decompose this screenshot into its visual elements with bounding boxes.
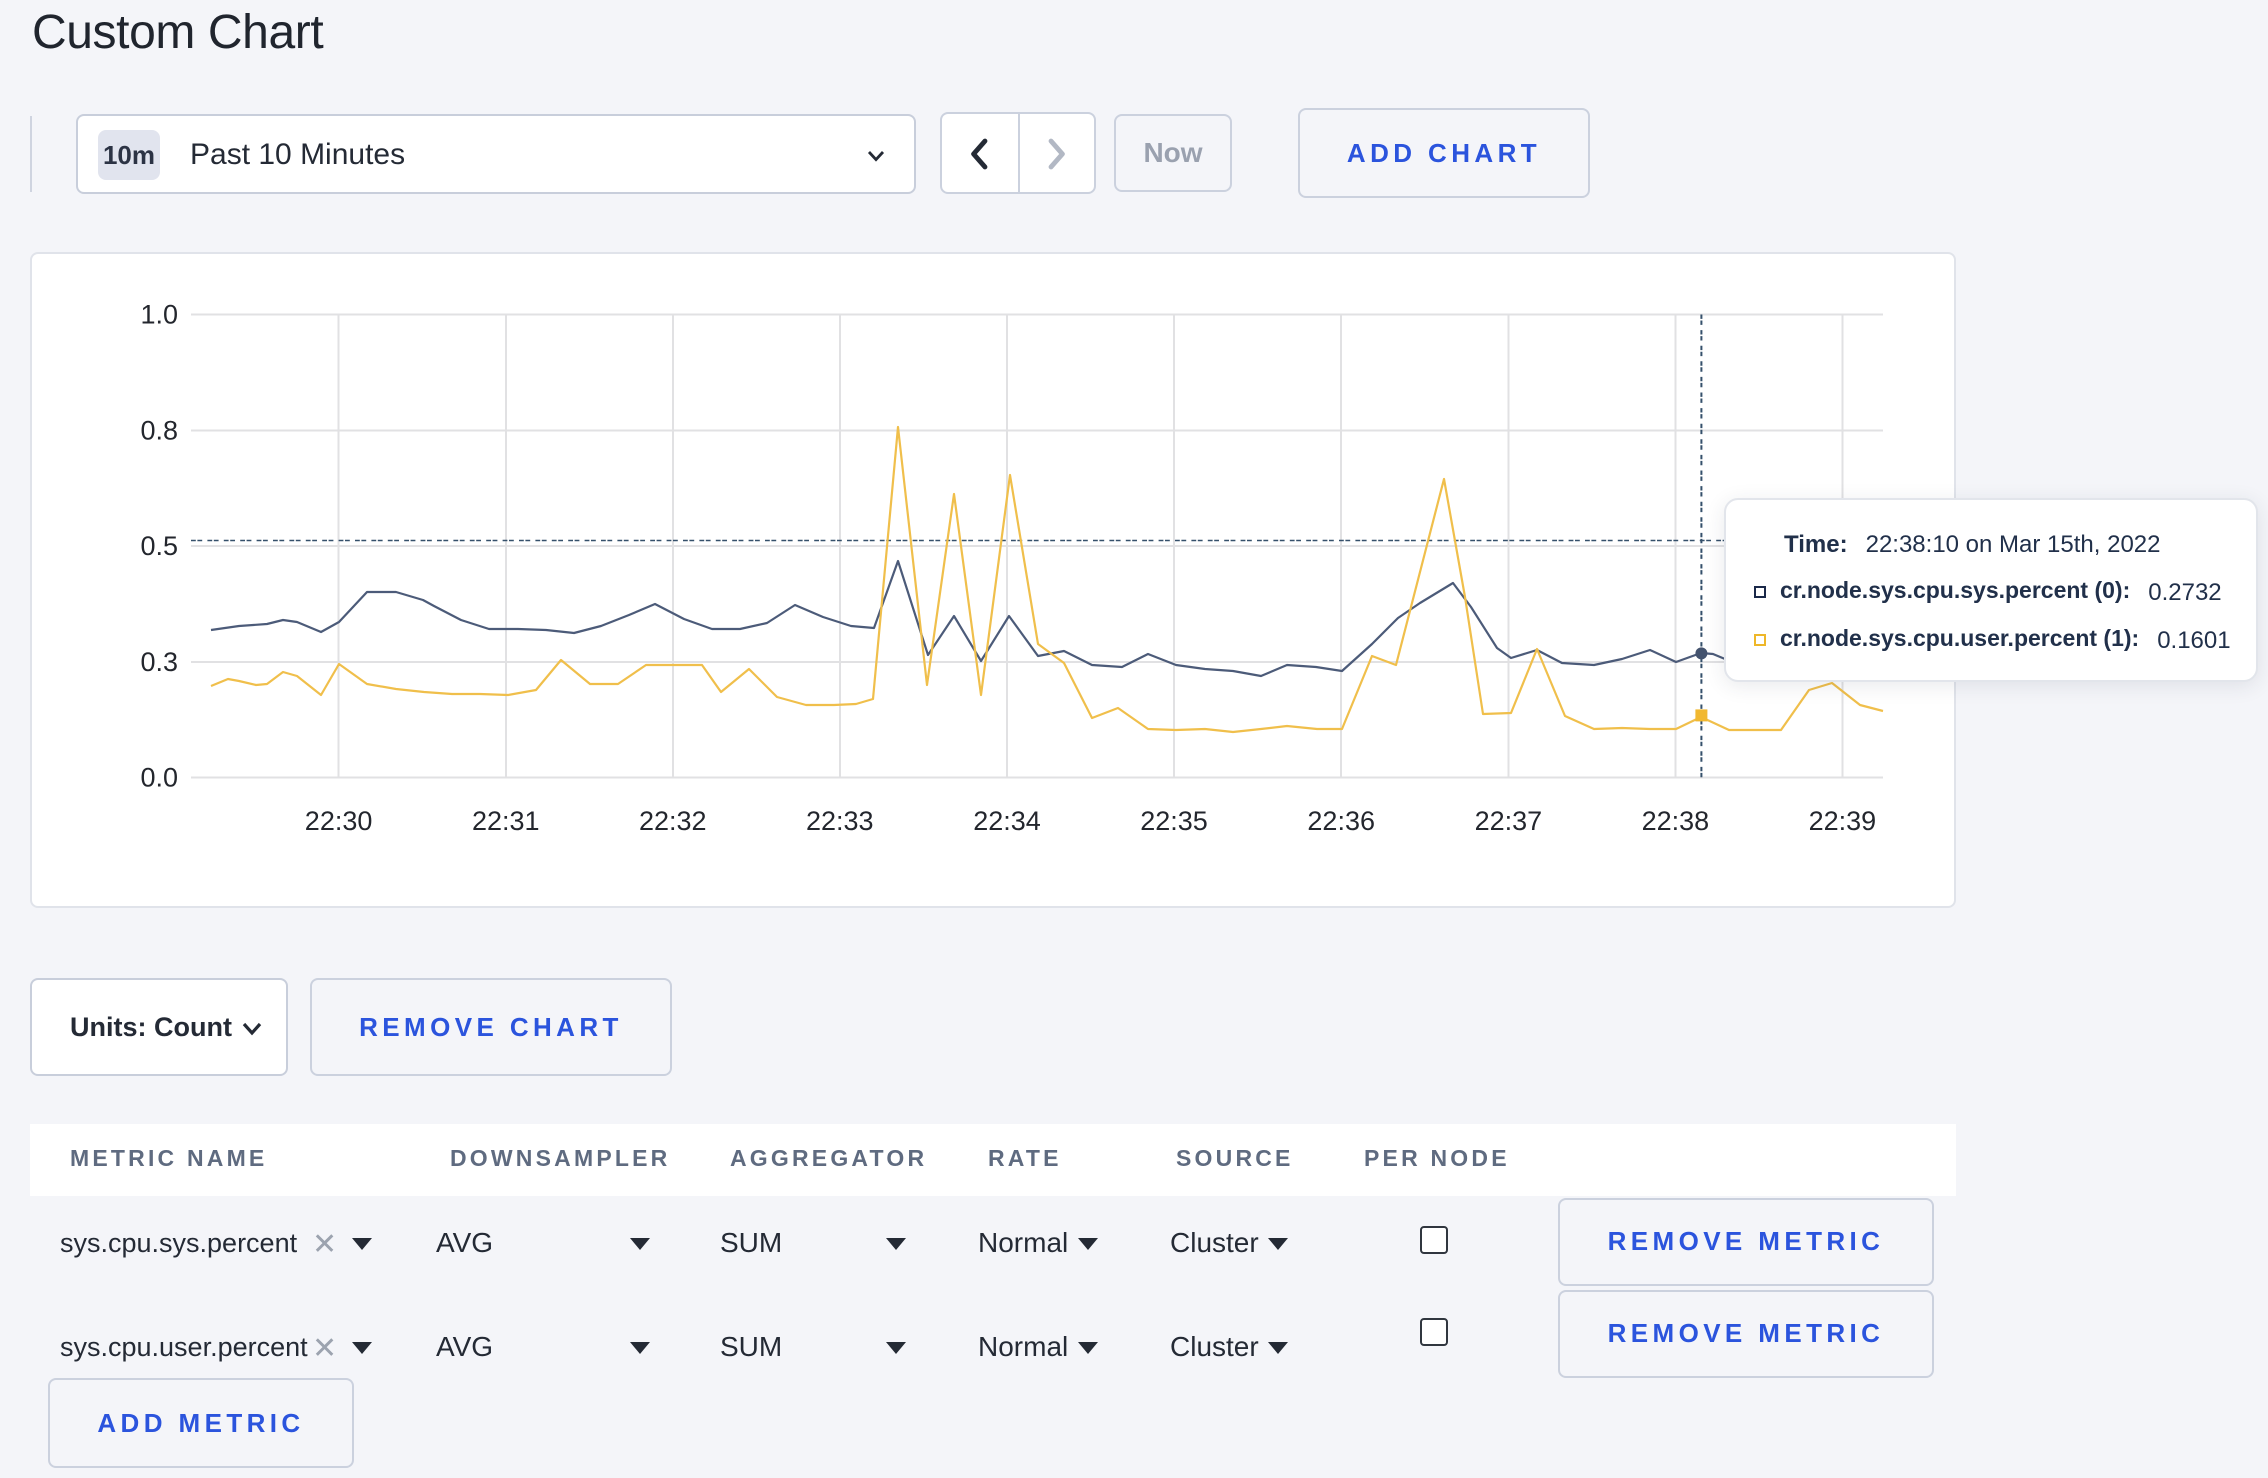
svg-text:1.0: 1.0 bbox=[140, 300, 178, 330]
svg-text:0.0: 0.0 bbox=[140, 763, 178, 793]
svg-text:22:35: 22:35 bbox=[1140, 806, 1208, 836]
svg-text:0.8: 0.8 bbox=[140, 415, 178, 445]
svg-text:22:31: 22:31 bbox=[472, 806, 540, 836]
svg-text:0.5: 0.5 bbox=[140, 531, 178, 561]
svg-text:22:32: 22:32 bbox=[639, 806, 707, 836]
svg-text:22:34: 22:34 bbox=[973, 806, 1041, 836]
svg-text:22:39: 22:39 bbox=[1809, 806, 1877, 836]
svg-text:22:33: 22:33 bbox=[806, 806, 874, 836]
svg-text:22:37: 22:37 bbox=[1475, 806, 1543, 836]
svg-text:22:30: 22:30 bbox=[305, 806, 373, 836]
svg-text:0.3: 0.3 bbox=[140, 647, 178, 677]
svg-text:22:36: 22:36 bbox=[1307, 806, 1375, 836]
svg-text:22:38: 22:38 bbox=[1642, 806, 1710, 836]
